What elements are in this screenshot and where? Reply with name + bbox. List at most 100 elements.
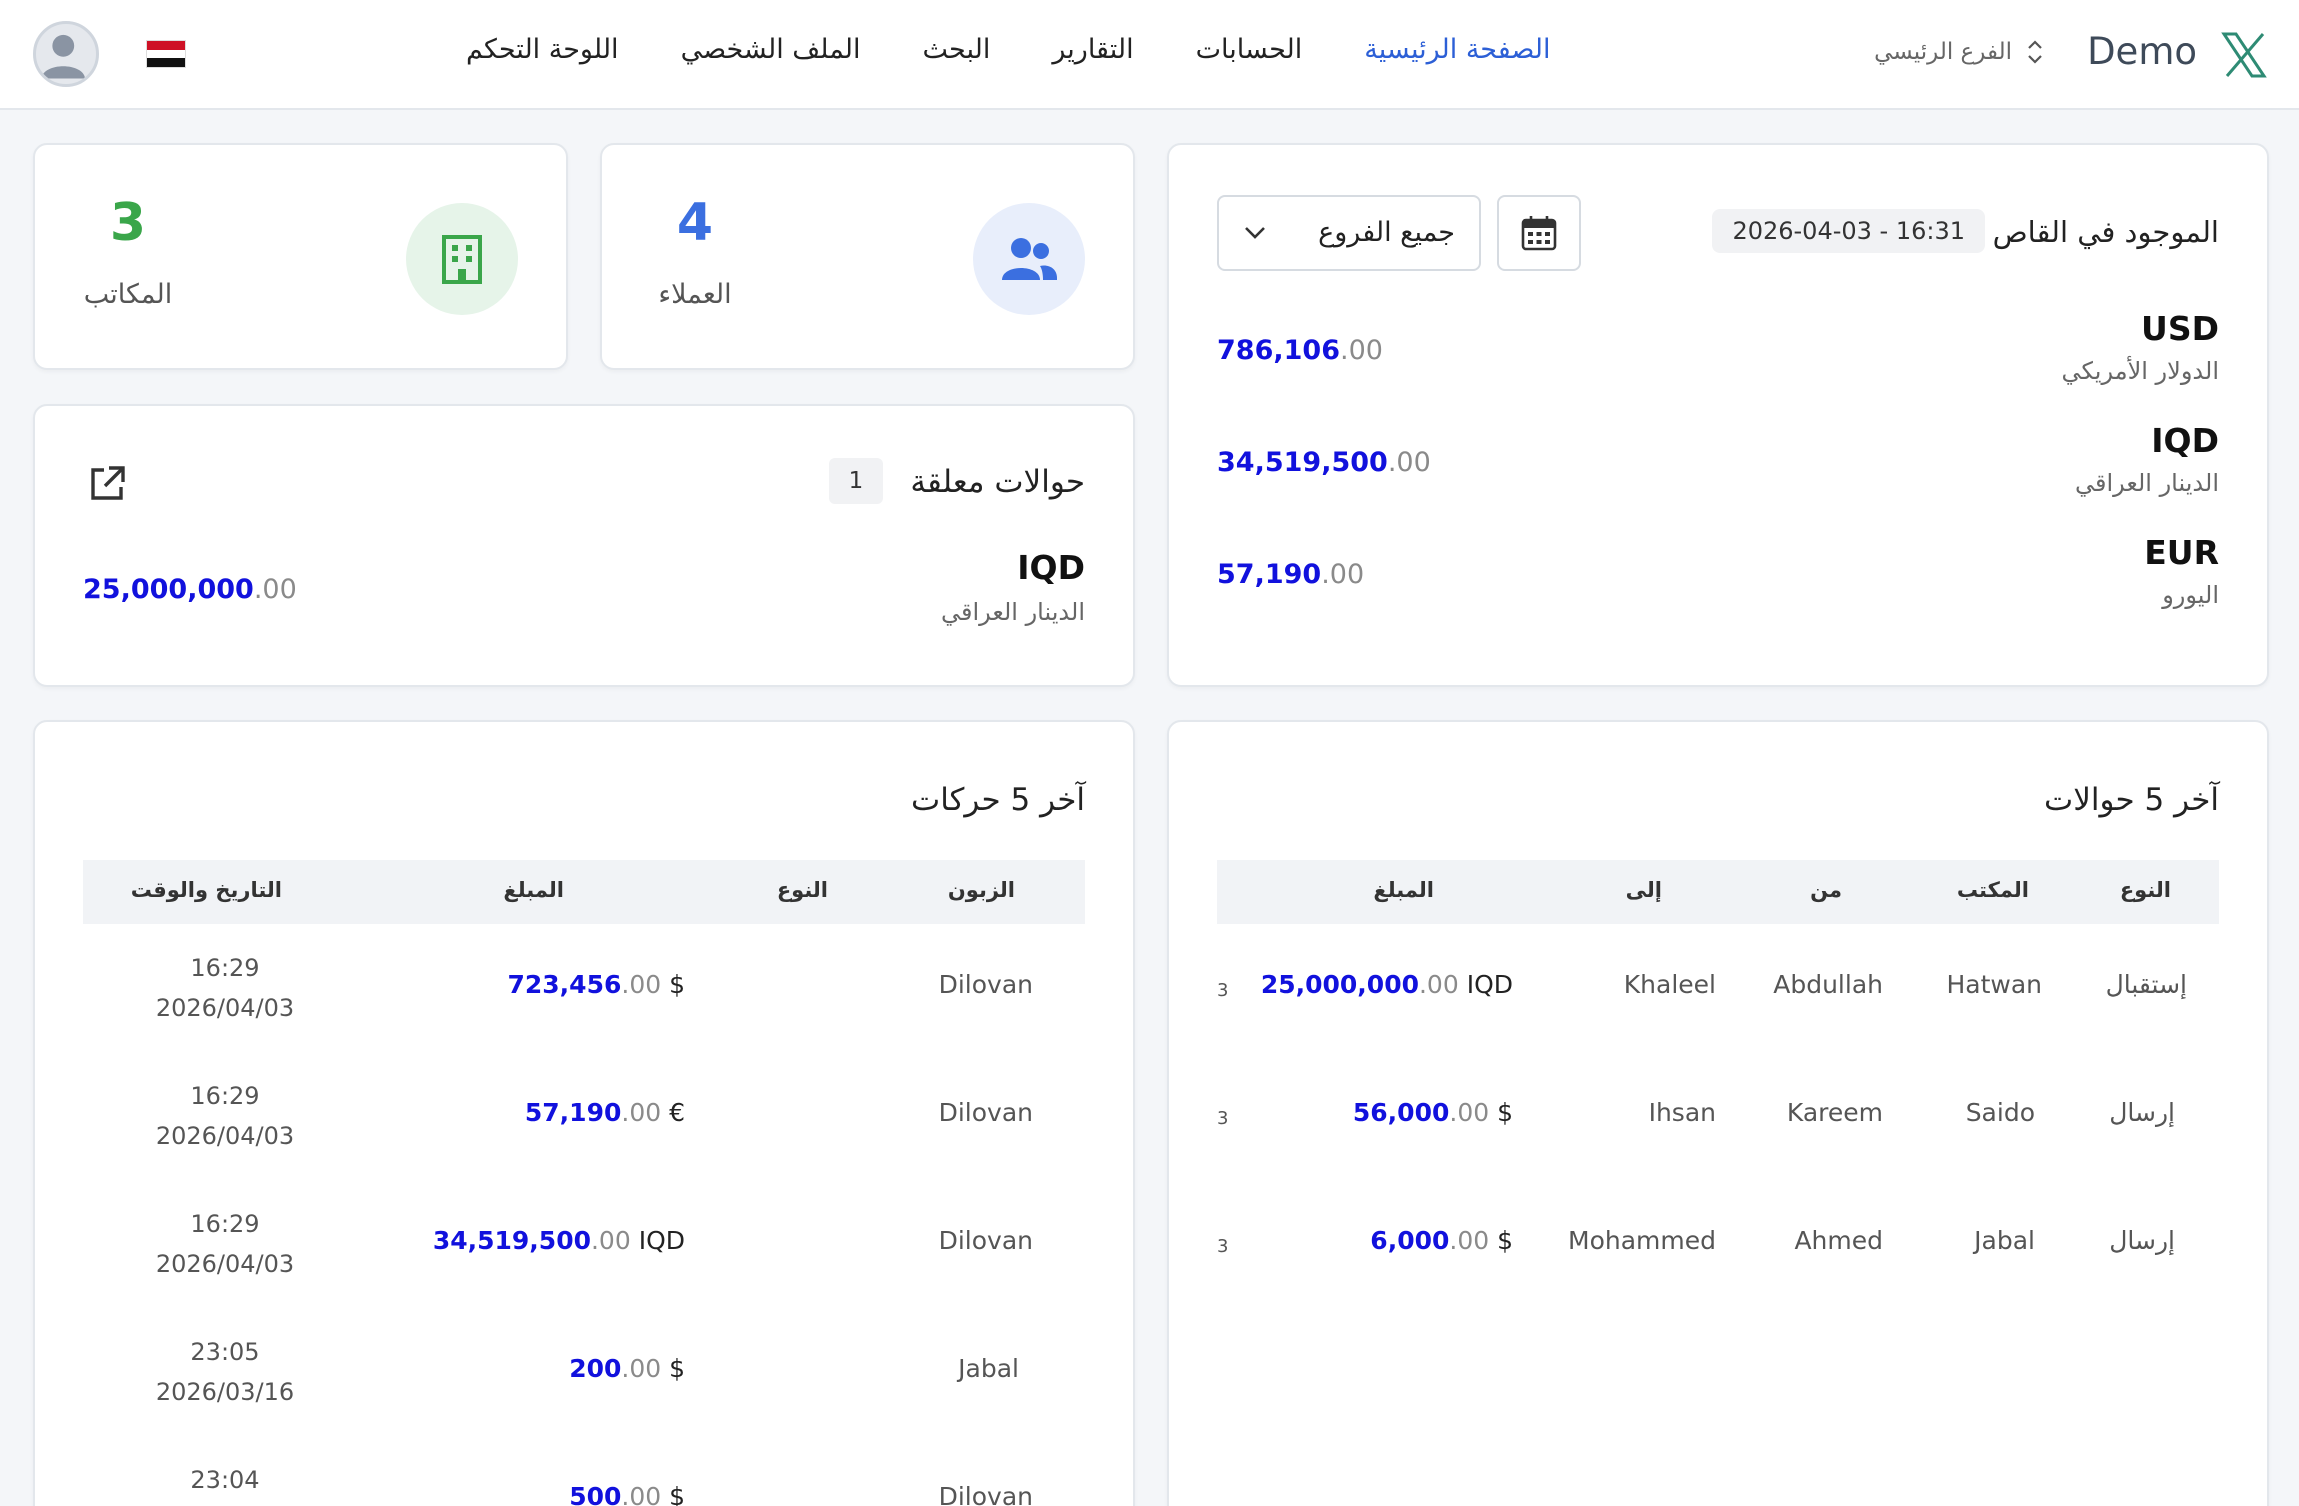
branch-filter-value: جميع الفروع: [1318, 217, 1455, 248]
table-row[interactable]: إستقبال Hatwan Abdullah Khaleel 25,000,0…: [1217, 924, 2219, 1052]
brand-name: Demo: [2087, 30, 2197, 73]
amount-decimal: .00: [1449, 1226, 1490, 1255]
cell-from: Kareem: [1786, 1098, 1883, 1127]
cell-date: 2026/04/03: [155, 994, 295, 1022]
table-row[interactable]: Dilovan 500.00 $ 23:04: [83, 1436, 1085, 1506]
currency-row-eur: EUR اليورو 57,190.00: [1217, 533, 2219, 623]
cell-date: 2026/04/03: [155, 1122, 295, 1150]
nav-reports[interactable]: التقارير: [1052, 34, 1133, 65]
amount-currency: $: [661, 970, 685, 999]
amount-decimal: .00: [1339, 335, 1383, 366]
external-link-icon[interactable]: [87, 464, 127, 504]
avatar-icon: [41, 34, 86, 79]
table-row[interactable]: Jabal 200.00 $ 23:05 2026/03/16: [83, 1308, 1085, 1436]
cell-from: Ahmed: [1794, 1226, 1883, 1255]
cell-to: Khaleel: [1623, 970, 1716, 999]
cell-time: 16:29: [190, 1082, 260, 1110]
table-row[interactable]: Dilovan 57,190.00 € 16:29 2026/04/03: [83, 1052, 1085, 1180]
amount-currency: IQD: [630, 1226, 685, 1255]
clients-label: العملاء: [658, 279, 732, 310]
th-to: إلى: [1625, 878, 1662, 902]
amount-integer: 200: [569, 1354, 622, 1383]
cell-customer: Dilovan: [938, 1098, 1033, 1127]
amount-decimal: .00: [253, 574, 297, 605]
nav-home[interactable]: الصفحة الرئيسية: [1364, 34, 1550, 65]
cell-amount: 723,456.00 $: [508, 970, 686, 999]
cell-from: Abdullah: [1773, 970, 1883, 999]
currency-code: IQD: [2151, 421, 2219, 460]
currency-code: EUR: [2144, 533, 2219, 572]
amount-currency: €: [661, 1098, 685, 1127]
main-nav: الصفحة الرئيسية الحسابات التقارير البحث …: [466, 34, 1551, 65]
cell-time: 16:29: [190, 1210, 260, 1238]
cell-type: إستقبال: [2105, 970, 2187, 999]
amount-decimal: .00: [621, 1482, 662, 1506]
cell-datetime: 16:29 2026/04/03: [125, 948, 325, 1028]
amount-decimal: .00: [621, 1098, 662, 1127]
cell-customer: Dilovan: [938, 1482, 1033, 1506]
nav-control-panel[interactable]: اللوحة التحكم: [466, 34, 619, 65]
amount-integer: 34,519,500: [1217, 447, 1388, 478]
table-row[interactable]: Dilovan 723,456.00 $ 16:29 2026/04/03: [83, 924, 1085, 1052]
x-logo-icon[interactable]: [2219, 30, 2269, 80]
amount-integer: 25,000,000: [1260, 970, 1419, 999]
cell-overflow: 3: [1217, 1236, 1229, 1257]
pending-title: حوالات معلقة: [910, 464, 1085, 500]
nav-profile[interactable]: الملف الشخصي: [681, 34, 861, 65]
cell-datetime: 16:29 2026/04/03: [125, 1204, 325, 1284]
avatar[interactable]: [33, 21, 99, 87]
building-icon: [442, 235, 482, 284]
pending-currency-code: IQD: [1017, 548, 1085, 587]
cell-amount: 57,190.00 €: [525, 1098, 685, 1127]
offices-stat-card[interactable]: 3 المكاتب: [33, 143, 568, 370]
cell-customer: Jabal: [958, 1354, 1019, 1383]
th-type: النوع: [2119, 878, 2171, 902]
table-row[interactable]: Dilovan 34,519,500.00 IQD 16:29 2026/04/0…: [83, 1180, 1085, 1308]
cell-type: إرسال: [2109, 1226, 2175, 1255]
offices-label: المكاتب: [83, 279, 173, 310]
nav-search[interactable]: البحث: [923, 34, 991, 65]
cell-amount: 34,519,500.00 IQD: [433, 1226, 685, 1255]
th-type: النوع: [776, 878, 828, 902]
chevron-down-icon: [1245, 227, 1265, 239]
th-customer: الزبون: [947, 878, 1015, 902]
currency-amount: 57,190.00: [1217, 559, 1364, 590]
cell-datetime: 23:04: [125, 1460, 325, 1500]
cell-customer: Dilovan: [938, 1226, 1033, 1255]
cell-customer: Dilovan: [938, 970, 1033, 999]
iraq-flag-icon[interactable]: [146, 40, 186, 68]
last-moves-card: آخر 5 حركات الزبون النوع المبلغ التاريخ …: [33, 720, 1135, 1506]
amount-decimal: .00: [621, 1354, 662, 1383]
last-moves-title: آخر 5 حركات: [911, 782, 1085, 818]
table-row[interactable]: إرسال Jabal Ahmed Mohammed 6,000.00 $ 3: [1217, 1180, 2219, 1308]
clients-stat-card[interactable]: 4 العملاء: [600, 143, 1135, 370]
branch-selector-label: الفرع الرئيسي: [1874, 39, 2012, 65]
cell-office: Jabal: [1974, 1226, 2035, 1255]
top-navbar: Demo الفرع الرئيسي الصفحة الرئيسية الحسا…: [0, 0, 2299, 110]
branch-filter-dropdown[interactable]: جميع الفروع: [1217, 195, 1481, 271]
amount-decimal: .00: [621, 970, 662, 999]
calendar-button[interactable]: [1497, 195, 1581, 271]
branch-selector[interactable]: الفرع الرئيسي: [1874, 38, 2044, 66]
currency-name: الدينار العراقي: [2075, 469, 2219, 497]
pending-currency-name: الدينار العراقي: [941, 598, 1085, 626]
amount-currency: $: [661, 1482, 685, 1506]
amount-currency: $: [1489, 1226, 1513, 1255]
cell-type: إرسال: [2109, 1098, 2175, 1127]
currency-amount: 34,519,500.00: [1217, 447, 1431, 478]
cell-amount: 56,000.00 $: [1353, 1098, 1513, 1127]
last-transfers-title: آخر 5 حوالات: [2044, 782, 2219, 818]
currency-row-iqd: IQD الدينار العراقي 34,519,500.00: [1217, 421, 2219, 511]
cell-to: Ihsan: [1648, 1098, 1716, 1127]
amount-currency: $: [1489, 1098, 1513, 1127]
th-amount: المبلغ: [1373, 878, 1434, 902]
currency-row-usd: USD الدولار الأمريكي 786,106.00: [1217, 309, 2219, 399]
amount-integer: 6,000: [1370, 1226, 1450, 1255]
clients-count: 4: [676, 193, 714, 253]
table-row[interactable]: إرسال Saido Kareem Ihsan 56,000.00 $ 3: [1217, 1052, 2219, 1180]
currency-code: USD: [2141, 309, 2219, 348]
amount-integer: 25,000,000: [83, 574, 254, 605]
amount-integer: 57,190: [524, 1098, 622, 1127]
cell-amount: 200.00 $: [569, 1354, 685, 1383]
nav-accounts[interactable]: الحسابات: [1196, 34, 1303, 65]
